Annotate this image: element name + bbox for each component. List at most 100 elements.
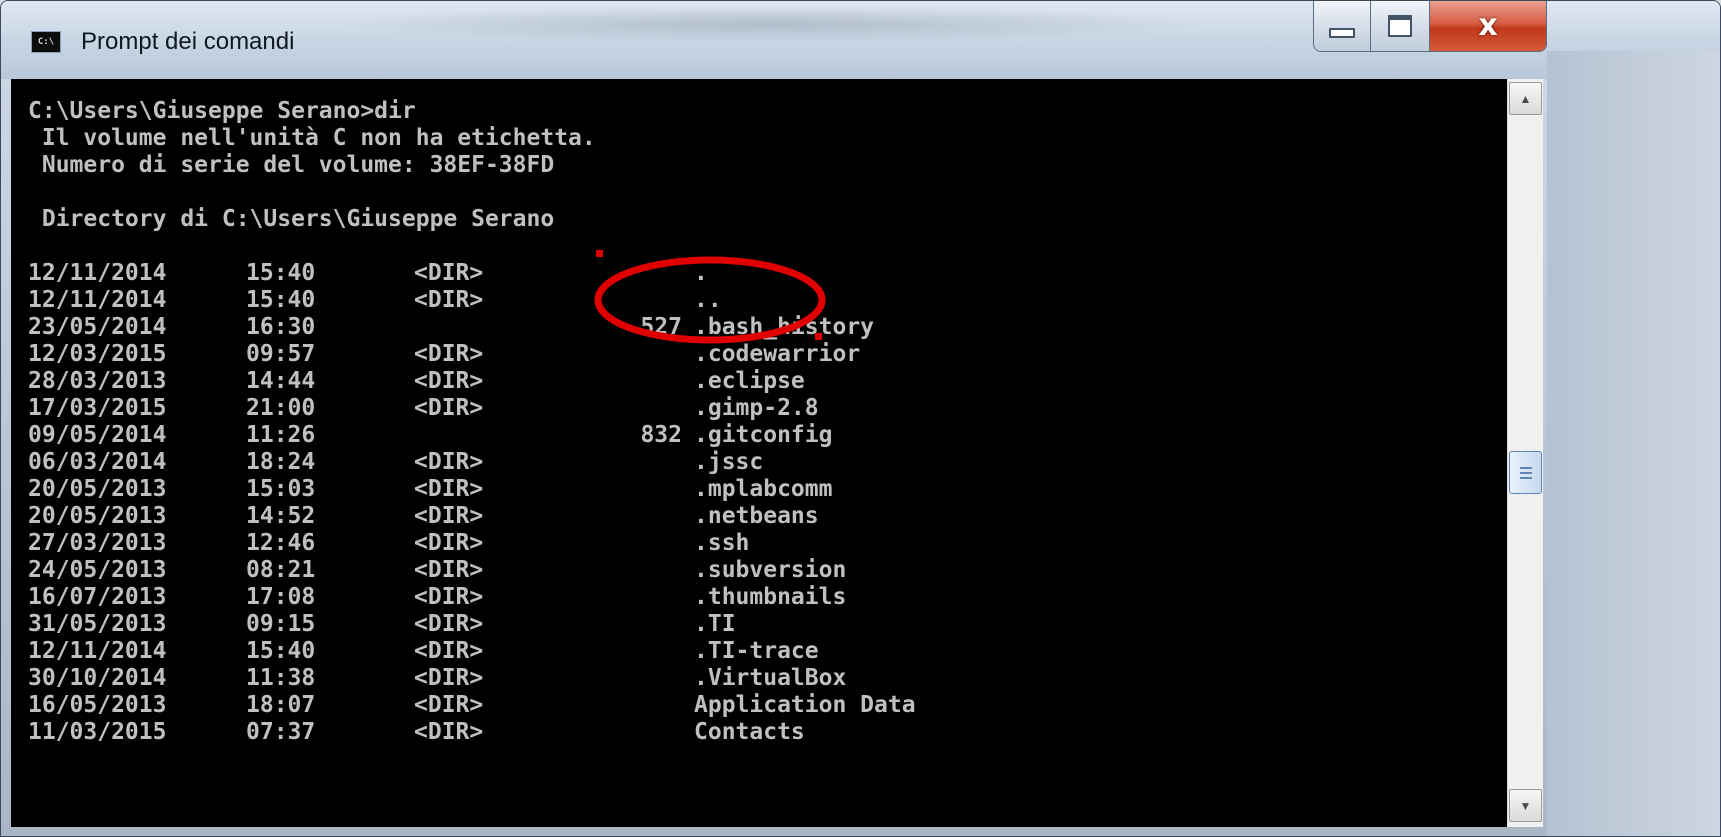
directory-entry-row: 20/05/2013 15:03 <DIR> .mplabcomm	[11, 476, 1507, 503]
entry-dir-flag: <DIR>	[414, 584, 484, 610]
console-output[interactable]: C:\Users\Giuseppe Serano>dir Il volume n…	[11, 79, 1507, 827]
entry-name: .jssc	[694, 449, 764, 475]
window-title: Prompt dei comandi	[81, 28, 295, 55]
directory-entry-row: 06/03/2014 18:24 <DIR> .jssc	[11, 449, 1507, 476]
entry-name: .TI-trace	[694, 638, 819, 664]
scroll-up-arrow-icon: ▲	[1519, 91, 1532, 106]
entry-dir-flag: <DIR>	[414, 665, 484, 691]
console-window: C:\ Prompt dei comandi x C:\Users\Giusep…	[0, 0, 1721, 837]
vertical-scrollbar[interactable]: ▲ ▼	[1507, 79, 1543, 827]
scroll-up-button[interactable]: ▲	[1509, 82, 1542, 115]
entry-name: ..	[694, 287, 722, 313]
entry-date: 23/05/2014	[28, 314, 167, 340]
entry-dir-flag: <DIR>	[414, 638, 484, 664]
directory-entry-row: 17/03/2015 21:00 <DIR> .gimp-2.8	[11, 395, 1507, 422]
directory-entry-row: 16/07/2013 17:08 <DIR> .thumbnails	[11, 584, 1507, 611]
entry-date: 20/05/2013	[28, 503, 167, 529]
entry-date: 12/11/2014	[28, 260, 167, 286]
grip-icon	[1519, 466, 1532, 479]
entry-date: 12/11/2014	[28, 638, 167, 664]
directory-entry-row: 12/11/2014 15:40 <DIR> .TI-trace	[11, 638, 1507, 665]
console-header-line: Il volume nell'unità C non ha etichetta.	[28, 125, 596, 151]
console-header-line: C:\Users\Giuseppe Serano>dir	[28, 98, 416, 124]
maximize-icon	[1388, 15, 1412, 37]
entry-name: .subversion	[694, 557, 847, 583]
entry-time: 21:00	[246, 395, 316, 421]
entry-date: 16/05/2013	[28, 692, 167, 718]
entry-name: Application Data	[694, 692, 916, 718]
entry-dir-flag: <DIR>	[414, 503, 484, 529]
directory-entry-row: 28/03/2013 14:44 <DIR> .eclipse	[11, 368, 1507, 395]
scroll-down-button[interactable]: ▼	[1509, 789, 1542, 822]
minimize-button[interactable]	[1313, 1, 1371, 52]
maximize-button[interactable]	[1370, 1, 1430, 52]
entry-name: .codewarrior	[694, 341, 861, 367]
entry-name: .gimp-2.8	[694, 395, 819, 421]
scroll-down-arrow-icon: ▼	[1519, 798, 1532, 813]
entry-date: 11/03/2015	[28, 719, 167, 745]
console-header-line: Numero di serie del volume: 38EF-38FD	[28, 152, 555, 178]
directory-entry-row: 11/03/2015 07:37 <DIR> Contacts	[11, 719, 1507, 746]
entry-time: 17:08	[246, 584, 316, 610]
entry-date: 31/05/2013	[28, 611, 167, 637]
entry-name: .mplabcomm	[694, 476, 833, 502]
directory-entry-row: 20/05/2013 14:52 <DIR> .netbeans	[11, 503, 1507, 530]
entry-time: 15:40	[246, 638, 316, 664]
directory-entry-row: 30/10/2014 11:38 <DIR> .VirtualBox	[11, 665, 1507, 692]
entry-date: 24/05/2013	[28, 557, 167, 583]
directory-entry-row: 24/05/2013 08:21 <DIR> .subversion	[11, 557, 1507, 584]
close-icon: x	[1478, 8, 1498, 43]
entry-date: 12/03/2015	[28, 341, 167, 367]
entry-time: 16:30	[246, 314, 316, 340]
entry-name: .TI	[694, 611, 736, 637]
entry-time: 12:46	[246, 530, 316, 556]
entry-dir-flag: <DIR>	[414, 476, 484, 502]
directory-entry-row: 09/05/2014 11:26 832 .gitconfig	[11, 422, 1507, 449]
entry-date: 09/05/2014	[28, 422, 167, 448]
entry-time: 11:26	[246, 422, 316, 448]
scrollbar-thumb[interactable]	[1509, 451, 1542, 494]
entry-time: 14:44	[246, 368, 316, 394]
entry-name: .netbeans	[694, 503, 819, 529]
entry-time: 18:07	[246, 692, 316, 718]
close-button[interactable]: x	[1429, 1, 1547, 52]
entry-date: 30/10/2014	[28, 665, 167, 691]
entry-dir-flag: <DIR>	[414, 611, 484, 637]
entry-date: 17/03/2015	[28, 395, 167, 421]
entry-size: 832	[640, 422, 682, 448]
entry-date: 12/11/2014	[28, 287, 167, 313]
entry-dir-flag: <DIR>	[414, 449, 484, 475]
directory-entry-row: 23/05/2014 16:30 527 .bash_history	[11, 314, 1507, 341]
entry-date: 27/03/2013	[28, 530, 167, 556]
command-prompt-icon[interactable]: C:\	[31, 31, 61, 53]
entry-dir-flag: <DIR>	[414, 260, 484, 286]
console-header-line: Directory di C:\Users\Giuseppe Serano	[28, 206, 555, 232]
entry-date: 28/03/2013	[28, 368, 167, 394]
entry-dir-flag: <DIR>	[414, 557, 484, 583]
entry-time: 15:40	[246, 287, 316, 313]
entry-dir-flag: <DIR>	[414, 287, 484, 313]
entry-name: Contacts	[694, 719, 805, 745]
entry-time: 15:03	[246, 476, 316, 502]
directory-entry-row: 12/03/2015 09:57 <DIR> .codewarrior	[11, 341, 1507, 368]
entry-dir-flag: <DIR>	[414, 341, 484, 367]
entry-dir-flag: <DIR>	[414, 692, 484, 718]
entry-time: 18:24	[246, 449, 316, 475]
entry-name: .	[694, 260, 708, 286]
entry-name: .bash_history	[694, 314, 875, 340]
window-frame-right	[1547, 51, 1720, 836]
entry-time: 14:52	[246, 503, 316, 529]
entry-date: 20/05/2013	[28, 476, 167, 502]
entry-time: 09:57	[246, 341, 316, 367]
entry-dir-flag: <DIR>	[414, 368, 484, 394]
entry-time: 07:37	[246, 719, 316, 745]
entry-name: .gitconfig	[694, 422, 833, 448]
entry-date: 16/07/2013	[28, 584, 167, 610]
entry-name: .eclipse	[694, 368, 805, 394]
directory-entry-row: 27/03/2013 12:46 <DIR> .ssh	[11, 530, 1507, 557]
directory-entry-row: 12/11/2014 15:40 <DIR>..	[11, 287, 1507, 314]
entry-name: .VirtualBox	[694, 665, 847, 691]
entry-time: 11:38	[246, 665, 316, 691]
entry-name: .thumbnails	[694, 584, 847, 610]
minimize-icon	[1329, 28, 1355, 38]
